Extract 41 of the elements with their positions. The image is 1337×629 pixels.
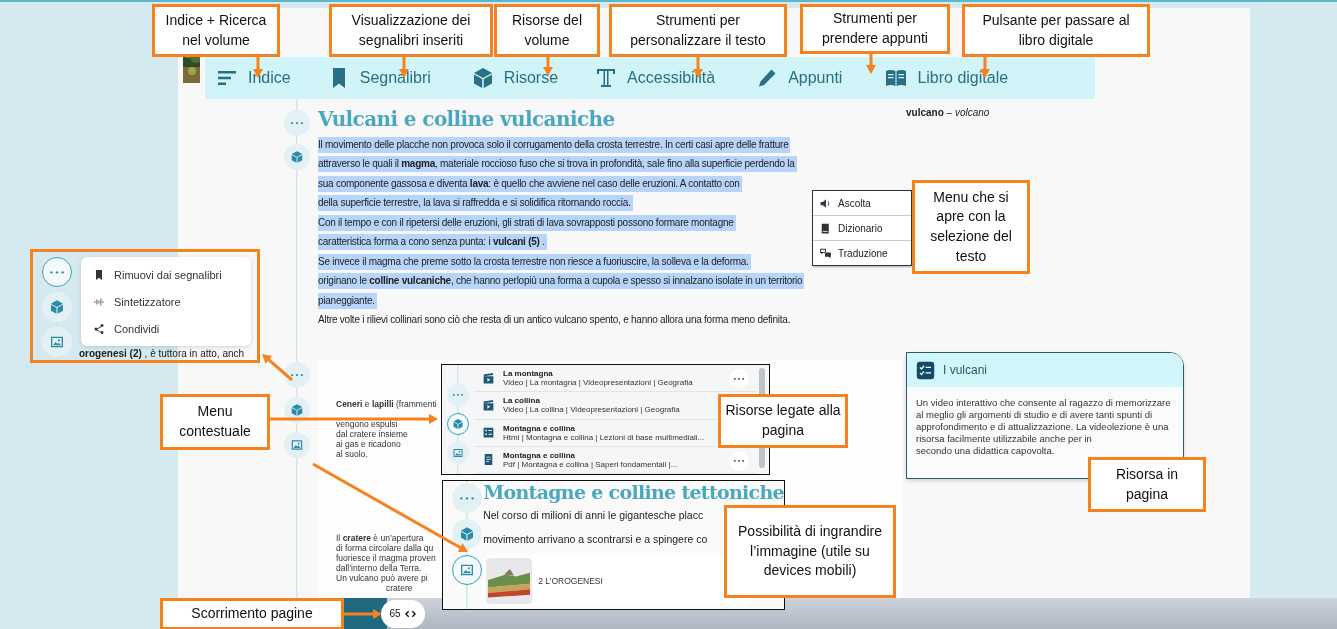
- caption-line: Il cratere è un’apertura: [336, 533, 424, 543]
- annotation-tooltip: Scorrimento pagine: [160, 598, 344, 629]
- text-line: Nel corso di milioni di anni le gigantesche placc: [483, 508, 704, 523]
- resource-meta: Video | La montagna | Videopresentazioni | Geografia: [503, 378, 693, 388]
- resource-description: secondo una didattica capovolta.: [915, 445, 1056, 457]
- annotation-tooltip: Strumenti per prendere appunti: [800, 4, 950, 54]
- resource-title: I vulcani: [943, 363, 988, 377]
- section-title: Vulcani e colline vulcaniche: [318, 107, 616, 132]
- annotation-tooltip: Risorse legate alla pagina: [718, 394, 848, 448]
- caption-line: vengono espulsi: [336, 419, 398, 429]
- annotation-tooltip: Pulsante per passare al libro digitale: [962, 4, 1150, 57]
- caption-line: Ceneri e lapilli (frammenti: [336, 399, 437, 409]
- caption-line: al suolo.: [336, 449, 368, 459]
- annotation-tooltip: Menu contestuale: [160, 394, 270, 450]
- diagram-label: cratere: [386, 583, 413, 593]
- annotation-tooltip: Risorse del volume: [494, 4, 600, 57]
- annotation-tooltip: Menu che si apre con la selezione del testo: [912, 180, 1030, 274]
- caption-line: dal cratere insieme: [336, 429, 408, 439]
- section-title: Montagne e colline tettoniche: [483, 481, 784, 503]
- annotation-tooltip: Risorsa in pagina: [1088, 457, 1206, 512]
- resource-title: Montagna e collina: [503, 450, 576, 460]
- figure-caption: 2 L’OROGENESI: [538, 576, 603, 586]
- annotation-tooltip: Strumenti per personalizzare il testo: [609, 4, 787, 57]
- caption-line: ai gas e ricadono: [336, 439, 401, 449]
- caption-line: di forma circolare dalla qu: [336, 543, 434, 553]
- annotation-tooltip: Indice + Ricerca nel volume: [152, 4, 280, 57]
- resource-meta: Pdf | Montagna e collina | Saperi fondamentali |...: [503, 459, 678, 469]
- resource-meta: Video | La collina | Videopresentazioni | Geografia: [503, 405, 680, 415]
- resource-title: La montagna: [503, 369, 554, 379]
- caption-line: fuoriesce il magma proven: [336, 553, 436, 563]
- resource-meta: Html | Montagna e collina | Lezioni di base multimediali...: [503, 432, 705, 442]
- text-line: orogenesi (2) , è tuttora in atto, anch: [79, 348, 246, 359]
- annotation-tooltip: Possibilità di ingrandire l’immagine (utile su devices mobili): [724, 505, 896, 598]
- caption-line: Un vulcano può avere pi: [336, 573, 428, 583]
- text-line: Altre volte i rilievi collinari sono ciò che resta di un antico vulcano spento, e hanno allora una forma meno definita.: [318, 313, 792, 328]
- caption-line: dall’interno della Terra.: [336, 563, 422, 573]
- text-line: movimento arrivano a scontrarsi e a spingere co: [483, 532, 708, 547]
- resource-title: Montagna e collina: [503, 423, 576, 433]
- annotation-tooltip: Visualizzazione dei segnalibri inseriti: [329, 4, 493, 57]
- resource-title: La collina: [503, 396, 541, 406]
- glossary-entry: vulcano – volcano: [906, 107, 991, 118]
